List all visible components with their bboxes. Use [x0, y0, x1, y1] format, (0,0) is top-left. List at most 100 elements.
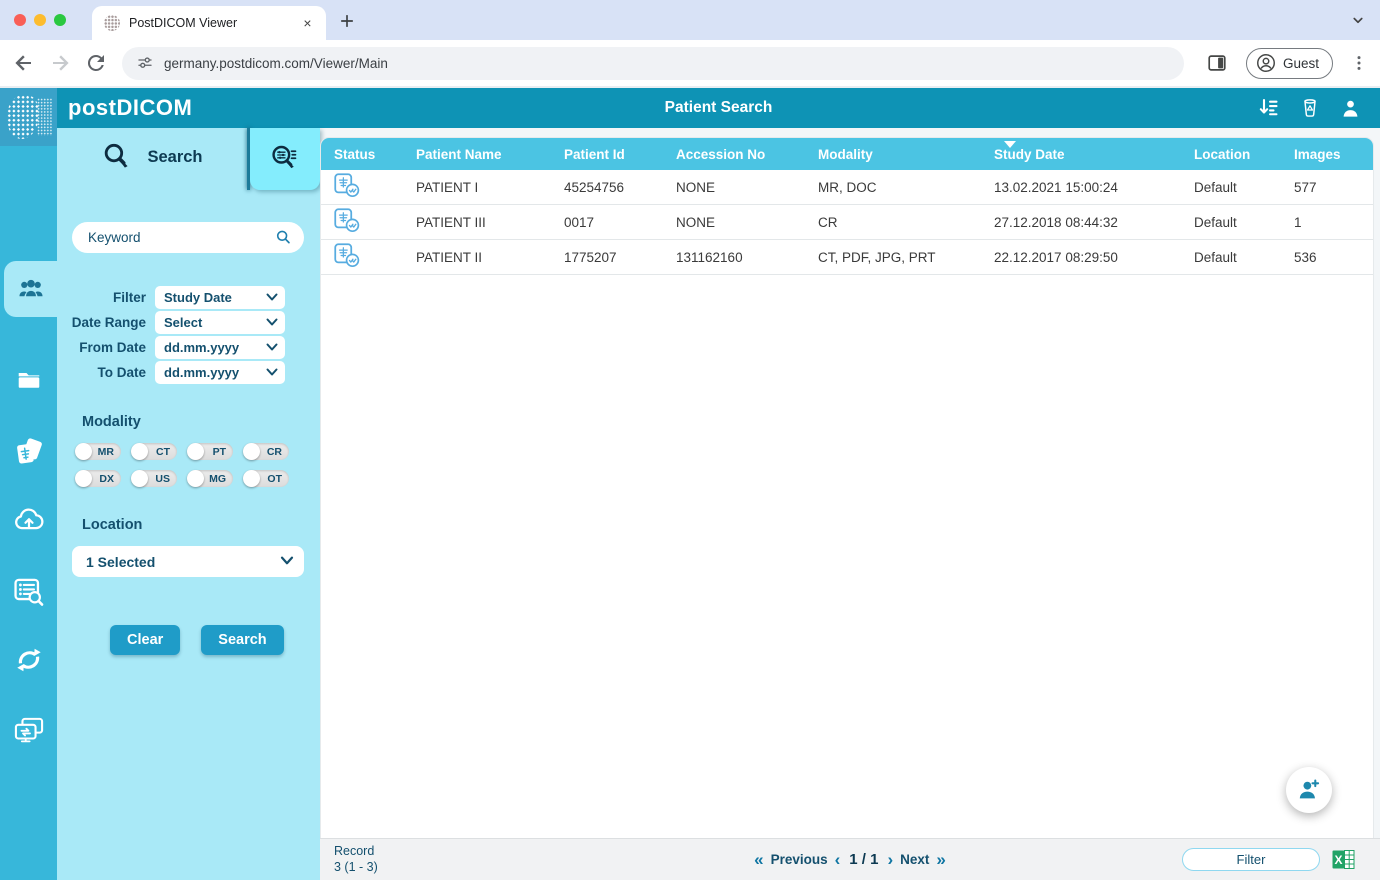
status-cell[interactable]	[334, 208, 416, 236]
browser-tab[interactable]: PostDICOM Viewer ×	[92, 6, 326, 40]
modality-toggle-ot[interactable]: OT	[243, 470, 289, 487]
side-panel-icon[interactable]	[1206, 52, 1228, 74]
user-icon[interactable]	[1339, 96, 1362, 121]
window-controls[interactable]	[14, 14, 66, 26]
zoom-window-button[interactable]	[54, 14, 66, 26]
next-button[interactable]: Next	[900, 852, 929, 867]
toggle-knob	[243, 470, 260, 487]
accession-no-cell: 131162160	[676, 249, 743, 265]
to-date-label: To Date	[97, 365, 146, 380]
export-excel-button[interactable]: X	[1332, 848, 1356, 872]
new-tab-button[interactable]	[336, 10, 358, 32]
patient-name-cell: PATIENT III	[416, 214, 486, 230]
table-row[interactable]: PATIENT I 45254756 NONE MR, DOC 13.02.20…	[321, 170, 1373, 205]
tab-search[interactable]: Search	[57, 128, 247, 186]
images-cell: 1	[1294, 214, 1302, 230]
rail-item-cloud-upload[interactable]	[0, 496, 57, 544]
study-date-cell: 27.12.2018 08:44:32	[994, 214, 1118, 230]
date-range-select[interactable]: Select	[155, 311, 285, 334]
logo-binary-dots	[37, 98, 52, 136]
filter-button[interactable]: Filter	[1182, 848, 1320, 871]
minimize-window-button[interactable]	[34, 14, 46, 26]
location-label: Location	[82, 517, 143, 533]
col-modality[interactable]: Modality	[818, 138, 994, 170]
tab-close-icon[interactable]: ×	[299, 15, 316, 32]
modality-toggle-cr[interactable]: CR	[243, 443, 289, 460]
from-date-select[interactable]: dd.mm.yyyy	[155, 336, 285, 359]
to-date-select[interactable]: dd.mm.yyyy	[155, 361, 285, 384]
nav-rail	[0, 146, 57, 880]
excel-icon: X	[1332, 850, 1355, 869]
col-location[interactable]: Location	[1194, 138, 1294, 170]
add-user-icon	[1299, 779, 1320, 799]
col-study-date[interactable]: Study Date	[994, 138, 1194, 170]
site-settings-icon[interactable]	[136, 54, 154, 72]
date-range-row: Date Range Select	[57, 311, 320, 334]
add-patient-fab[interactable]	[1286, 767, 1332, 813]
forward-icon[interactable]	[48, 51, 72, 75]
close-window-button[interactable]	[14, 14, 26, 26]
rail-item-order-search[interactable]	[0, 568, 57, 616]
modality-toggle-mr[interactable]: MR	[75, 443, 121, 460]
status-cell[interactable]	[334, 173, 416, 201]
back-icon[interactable]	[12, 51, 36, 75]
cloud-upload-icon	[14, 508, 43, 530]
rail-item-share-screen[interactable]	[0, 706, 57, 754]
to-date-row: To Date dd.mm.yyyy	[57, 361, 320, 384]
date-range-label: Date Range	[71, 315, 146, 330]
url-text: germany.postdicom.com/Viewer/Main	[164, 55, 388, 71]
chevron-down-icon	[266, 343, 278, 351]
col-status[interactable]: Status	[334, 138, 416, 170]
rail-item-sync[interactable]	[0, 636, 57, 684]
postdicom-app: postDICOM Patient Search Search Keyword …	[0, 88, 1380, 880]
results-footer: Record 3 (1 - 3) « Previous ‹ 1 / 1 › Ne…	[320, 838, 1380, 880]
modality-toggle-ct[interactable]: CT	[131, 443, 177, 460]
col-patient-id[interactable]: Patient Id	[564, 138, 676, 170]
share-screen-icon	[14, 717, 43, 743]
col-accession-no[interactable]: Accession No	[676, 138, 818, 170]
previous-page-icon[interactable]: ‹	[835, 851, 841, 868]
browser-menu-icon[interactable]	[1349, 53, 1369, 73]
modality-toggle-us[interactable]: US	[131, 470, 177, 487]
table-row[interactable]: PATIENT III 0017 NONE CR 27.12.2018 08:4…	[321, 205, 1373, 240]
first-page-icon[interactable]: «	[754, 851, 763, 868]
trash-recycle-icon[interactable]	[1299, 95, 1321, 121]
col-patient-name[interactable]: Patient Name	[416, 138, 564, 170]
next-page-icon[interactable]: ›	[887, 851, 893, 868]
logo-brain-dots	[7, 95, 39, 139]
table-header: Status Patient Name Patient Id Accession…	[321, 138, 1373, 170]
rail-item-folders[interactable]	[0, 356, 57, 404]
table-row[interactable]: PATIENT II 1775207 131162160 CT, PDF, JP…	[321, 240, 1373, 275]
last-page-icon[interactable]: »	[936, 851, 945, 868]
location-select[interactable]: 1 Selected	[72, 546, 304, 577]
search-button[interactable]: Search	[201, 625, 284, 655]
url-field[interactable]: germany.postdicom.com/Viewer/Main	[122, 46, 1184, 80]
profile-label: Guest	[1283, 55, 1320, 71]
keyword-input[interactable]	[72, 222, 304, 253]
clear-button[interactable]: Clear	[110, 625, 181, 655]
chevron-down-icon	[266, 318, 278, 326]
tab-advanced-search[interactable]	[250, 128, 320, 190]
location-cell: Default	[1194, 214, 1237, 230]
col-images[interactable]: Images	[1294, 138, 1373, 170]
patient-id-cell: 45254756	[564, 179, 625, 195]
previous-button[interactable]: Previous	[771, 852, 828, 867]
modality-cell: CT, PDF, JPG, PRT	[818, 249, 936, 265]
postdicom-favicon	[104, 15, 120, 31]
modality-toggle-dx[interactable]: DX	[75, 470, 121, 487]
toggle-knob	[75, 470, 92, 487]
modality-toggle-mg[interactable]: MG	[187, 470, 233, 487]
sort-list-icon[interactable]	[1257, 95, 1281, 121]
filter-select[interactable]: Study Date	[155, 286, 285, 309]
reload-icon[interactable]	[84, 51, 108, 75]
tab-search-chevron-icon[interactable]	[1346, 8, 1370, 32]
status-cell[interactable]	[334, 243, 416, 271]
toggle-knob	[131, 470, 148, 487]
search-magnifier-icon	[105, 143, 129, 168]
profile-button[interactable]: Guest	[1246, 47, 1334, 79]
record-label: Record	[334, 843, 375, 858]
keyword-search-icon[interactable]	[275, 229, 292, 246]
rail-item-studies[interactable]	[0, 428, 57, 476]
rail-item-patients[interactable]	[4, 261, 57, 317]
modality-toggle-pt[interactable]: PT	[187, 443, 233, 460]
